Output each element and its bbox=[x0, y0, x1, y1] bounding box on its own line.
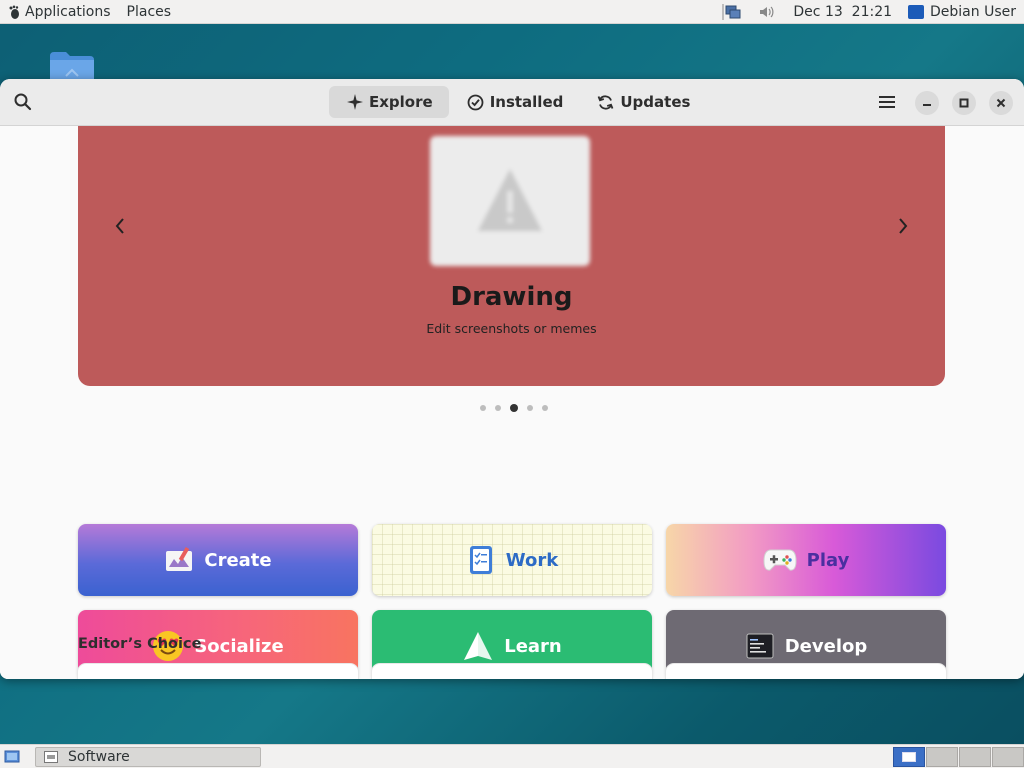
gamepad-icon bbox=[763, 545, 797, 575]
user-menu[interactable]: Debian User bbox=[900, 0, 1024, 24]
network-indicator[interactable] bbox=[717, 0, 752, 24]
applications-label: Applications bbox=[25, 3, 111, 20]
user-name-label: Debian User bbox=[930, 3, 1016, 20]
editors-choice-heading: Editor’s Choice bbox=[78, 636, 202, 652]
explore-page: Drawing Edit screenshots or memes Create… bbox=[0, 126, 1024, 679]
minimize-button[interactable] bbox=[915, 91, 939, 115]
tab-installed[interactable]: Installed bbox=[449, 86, 580, 118]
category-develop-label: Develop bbox=[784, 635, 868, 657]
explore-sparkle-icon bbox=[347, 94, 363, 110]
editors-choice-card[interactable] bbox=[666, 664, 946, 679]
workspace-4[interactable] bbox=[992, 747, 1024, 767]
close-button[interactable] bbox=[989, 91, 1013, 115]
applications-menu[interactable]: Applications bbox=[0, 0, 119, 24]
software-window: Explore Installed Updates Drawing Edit s… bbox=[0, 79, 1024, 679]
refresh-icon bbox=[597, 94, 614, 111]
category-learn-label: Learn bbox=[504, 635, 562, 657]
category-work[interactable]: Work bbox=[372, 524, 652, 596]
carousel-dot[interactable] bbox=[480, 405, 486, 411]
work-checklist-icon bbox=[466, 545, 496, 575]
carousel-dot[interactable] bbox=[495, 405, 501, 411]
tab-explore-label: Explore bbox=[369, 93, 433, 111]
chevron-right-icon bbox=[899, 218, 908, 234]
network-icon bbox=[722, 3, 741, 20]
search-button[interactable] bbox=[8, 87, 38, 117]
carousel-dot[interactable] bbox=[542, 405, 548, 411]
show-desktop-icon[interactable] bbox=[4, 749, 20, 765]
clock[interactable]: Dec 13 21:21 bbox=[785, 0, 900, 24]
create-icon bbox=[164, 545, 194, 575]
category-play[interactable]: Play bbox=[666, 524, 946, 596]
user-screen-icon bbox=[908, 4, 925, 19]
category-socialize-label: Socialize bbox=[194, 635, 284, 657]
maximize-icon bbox=[959, 98, 969, 108]
tab-updates-label: Updates bbox=[620, 93, 691, 111]
learn-sail-icon bbox=[462, 630, 494, 662]
places-label: Places bbox=[126, 3, 172, 20]
view-switcher: Explore Installed Updates bbox=[329, 86, 706, 118]
editors-choice-card[interactable] bbox=[78, 664, 358, 679]
minimize-icon bbox=[923, 104, 931, 106]
header-bar: Explore Installed Updates bbox=[0, 79, 1024, 126]
carousel-next-button[interactable] bbox=[891, 214, 915, 238]
chevron-left-icon bbox=[115, 218, 124, 234]
maximize-button[interactable] bbox=[952, 91, 976, 115]
featured-carousel[interactable]: Drawing Edit screenshots or memes bbox=[78, 126, 945, 386]
carousel-dot[interactable] bbox=[527, 405, 533, 411]
workspace-3[interactable] bbox=[959, 747, 991, 767]
carousel-dot-active[interactable] bbox=[510, 404, 518, 412]
top-panel: Applications Places Dec 13 21:21 Debian … bbox=[0, 0, 1024, 24]
featured-app-title: Drawing bbox=[450, 282, 573, 312]
bottom-panel: Software bbox=[0, 744, 1024, 768]
category-play-label: Play bbox=[806, 549, 850, 571]
datetime-label: Dec 13 21:21 bbox=[793, 3, 893, 20]
hamburger-menu-icon bbox=[879, 96, 895, 108]
carousel-previous-button[interactable] bbox=[108, 214, 132, 238]
main-menu-button[interactable] bbox=[872, 88, 902, 116]
taskbar-software-label: Software bbox=[68, 749, 130, 765]
category-work-label: Work bbox=[505, 549, 559, 571]
mouse-cursor-icon bbox=[730, 678, 732, 679]
terminal-icon bbox=[745, 631, 775, 661]
software-window-icon bbox=[44, 751, 58, 763]
tab-explore[interactable]: Explore bbox=[329, 86, 449, 118]
workspace-window-icon bbox=[902, 752, 916, 762]
workspace-2[interactable] bbox=[926, 747, 958, 767]
category-create[interactable]: Create bbox=[78, 524, 358, 596]
tab-updates[interactable]: Updates bbox=[579, 86, 706, 118]
editors-choice-card[interactable] bbox=[372, 664, 652, 679]
tab-installed-label: Installed bbox=[489, 93, 564, 111]
volume-indicator[interactable] bbox=[752, 0, 785, 24]
places-menu[interactable]: Places bbox=[119, 0, 180, 24]
close-icon bbox=[996, 98, 1006, 108]
taskbar-software-button[interactable]: Software bbox=[35, 747, 261, 767]
workspace-1[interactable] bbox=[893, 747, 925, 767]
search-icon bbox=[14, 93, 32, 111]
featured-app-subtitle: Edit screenshots or memes bbox=[426, 321, 597, 336]
checkmark-circle-icon bbox=[467, 94, 484, 111]
carousel-page-indicator bbox=[480, 404, 548, 412]
category-create-label: Create bbox=[204, 549, 272, 571]
gnome-foot-icon bbox=[9, 5, 19, 19]
drawing-app-icon bbox=[430, 136, 590, 266]
speaker-icon bbox=[760, 6, 774, 17]
